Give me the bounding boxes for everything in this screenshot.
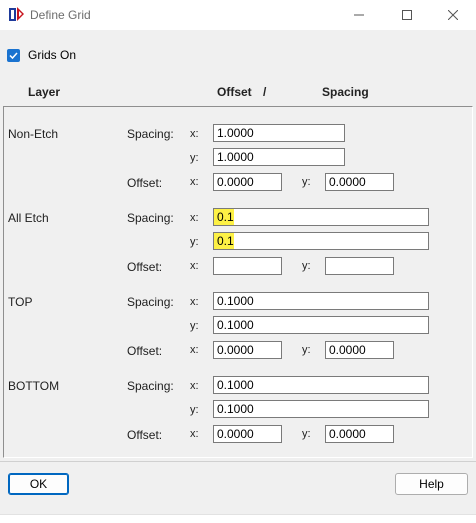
minimize-icon[interactable] xyxy=(336,0,382,30)
offset-column-header: Offset xyxy=(217,85,252,99)
offset-label: Offset: xyxy=(127,176,163,190)
top-offset-x-input[interactable] xyxy=(213,341,282,359)
spacing-label: Spacing: xyxy=(127,379,174,393)
footer-divider xyxy=(0,461,476,462)
layer-name: All Etch xyxy=(8,211,49,225)
x-label: x: xyxy=(190,260,199,272)
non-etch-offset-y-input[interactable] xyxy=(325,173,394,191)
layer-column-header: Layer xyxy=(28,85,61,99)
y-label: y: xyxy=(302,428,311,440)
bottom-spacing-y-input[interactable] xyxy=(213,400,429,418)
layer-name: BOTTOM xyxy=(8,379,60,393)
top-offset-y-input[interactable] xyxy=(325,341,394,359)
grids-on-checkbox-row[interactable]: Grids On xyxy=(7,47,76,63)
top-spacing-x-input[interactable] xyxy=(213,292,429,310)
help-button[interactable]: Help xyxy=(395,473,468,495)
spacing-label: Spacing: xyxy=(127,211,174,225)
grids-on-checkbox[interactable] xyxy=(7,48,20,62)
y-label: y: xyxy=(302,344,311,356)
layer-name: Non-Etch xyxy=(8,127,59,141)
bottom-offset-x-input[interactable] xyxy=(213,425,282,443)
x-label: x: xyxy=(190,212,199,224)
y-label: y: xyxy=(190,152,199,164)
x-label: x: xyxy=(190,176,199,188)
all-etch-spacing-y-input[interactable] xyxy=(213,232,429,250)
spacing-column-header: Spacing xyxy=(322,85,369,99)
offset-label: Offset: xyxy=(127,344,163,358)
all-etch-offset-y-input[interactable] xyxy=(325,257,394,275)
x-label: x: xyxy=(190,380,199,392)
non-etch-offset-x-input[interactable] xyxy=(213,173,282,191)
y-label: y: xyxy=(190,320,199,332)
all-etch-offset-x-input[interactable] xyxy=(213,257,282,275)
non-etch-spacing-y-input[interactable] xyxy=(213,148,345,166)
layer-name: TOP xyxy=(8,295,33,309)
y-label: y: xyxy=(190,404,199,416)
x-label: x: xyxy=(190,344,199,356)
y-label: y: xyxy=(302,176,311,188)
title-bar: Define Grid xyxy=(0,0,476,30)
y-label: y: xyxy=(302,260,311,272)
bottom-spacing-x-input[interactable] xyxy=(213,376,429,394)
header-separator: / xyxy=(263,85,267,99)
bottom-offset-y-input[interactable] xyxy=(325,425,394,443)
x-label: x: xyxy=(190,296,199,308)
all-etch-spacing-x-input[interactable] xyxy=(213,208,429,226)
ok-button[interactable]: OK xyxy=(8,473,69,495)
checkmark-icon xyxy=(9,51,18,59)
offset-label: Offset: xyxy=(127,428,163,442)
close-icon[interactable] xyxy=(430,0,476,30)
x-label: x: xyxy=(190,128,199,140)
window-title: Define Grid xyxy=(30,8,91,22)
maximize-icon[interactable] xyxy=(384,0,430,30)
define-grid-app-icon xyxy=(8,6,25,23)
spacing-label: Spacing: xyxy=(127,295,174,309)
grids-on-label: Grids On xyxy=(28,48,77,62)
x-label: x: xyxy=(190,428,199,440)
layer-grid-panel[interactable]: Non-Etch Spacing: x: y: Offset: x: y: Al… xyxy=(3,106,473,458)
non-etch-spacing-x-input[interactable] xyxy=(213,124,345,142)
offset-label: Offset: xyxy=(127,260,163,274)
spacing-label: Spacing: xyxy=(127,127,174,141)
y-label: y: xyxy=(190,236,199,248)
top-spacing-y-input[interactable] xyxy=(213,316,429,334)
